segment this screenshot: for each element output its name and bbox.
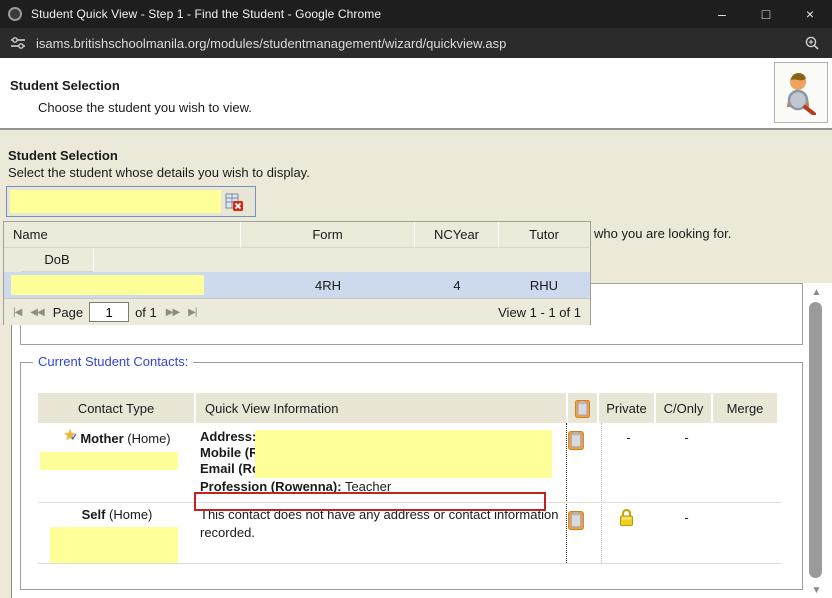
scrollbar-up-icon[interactable]: ▲ (809, 287, 824, 299)
qv-mobile-label: Mobile (R (200, 445, 259, 461)
close-button[interactable]: × (788, 0, 832, 28)
primary-contact-star-icon: ★ ✓ (63, 430, 80, 445)
browser-window: Student Quick View - Step 1 - Find the S… (0, 0, 832, 598)
pager-prev-icon[interactable]: ◀◀ (30, 307, 43, 318)
private-lock-icon (618, 508, 635, 530)
window-titlebar: Student Quick View - Step 1 - Find the S… (0, 0, 832, 28)
url-text[interactable]: isams.britishschoolmanila.org/modules/st… (36, 36, 792, 51)
col-name[interactable]: Name (4, 222, 241, 248)
clipboard-icon (575, 399, 590, 418)
scrollbar-down-icon[interactable]: ▼ (809, 585, 824, 597)
contact-type-self: Self (Home) (38, 507, 196, 522)
pager-page-input[interactable] (89, 302, 129, 322)
col-ncyear[interactable]: NCYear (415, 222, 499, 248)
selection-title: Student Selection (8, 148, 118, 163)
page-favicon (8, 7, 22, 21)
address-bar: isams.britishschoolmanila.org/modules/st… (0, 28, 832, 58)
conly-value-self: - (658, 510, 715, 525)
background-hint-text: who you are looking for. (594, 226, 731, 241)
col-merge[interactable]: Merge (713, 393, 777, 423)
quick-view-redaction (255, 430, 552, 478)
result-tutor-cell: RHU (499, 278, 589, 293)
popup-header-row: Name Form NCYear Tutor (4, 222, 590, 248)
contacts-legend: Current Student Contacts: (33, 354, 193, 369)
wizard-icon-box (774, 62, 828, 123)
search-input-redaction[interactable] (10, 190, 221, 213)
window-title: Student Quick View - Step 1 - Find the S… (31, 7, 700, 21)
result-name-redaction (11, 275, 204, 295)
contacts-table-header: Contact Type Quick View Information Priv… (38, 393, 781, 423)
maximize-button[interactable]: □ (744, 0, 788, 28)
contact-name-redaction (40, 452, 178, 470)
pager-next-icon[interactable]: ▶▶ (166, 307, 179, 318)
student-search-field[interactable] (6, 186, 256, 217)
contact-type-mother: ★ ✓ Mother (Home) (38, 430, 196, 446)
col-clipboard[interactable] (568, 393, 599, 423)
wizard-subtitle: Choose the student you wish to view. (38, 100, 252, 115)
no-contact-info-message: This contact does not have any address o… (200, 506, 572, 542)
red-highlight-box (194, 492, 546, 511)
pager-first-icon[interactable]: |◀ (13, 307, 21, 318)
student-search-icon (781, 67, 821, 118)
private-value-mother: - (600, 430, 657, 445)
qv-email-label: Email (Ro (200, 461, 260, 477)
col-conly[interactable]: C/Only (656, 393, 713, 423)
row-divider (38, 563, 781, 564)
col-contact-type[interactable]: Contact Type (38, 393, 196, 423)
pager-of-label: of 1 (135, 305, 157, 320)
contact-name-redaction (50, 527, 178, 563)
wizard-header: Student Selection Choose the student you… (0, 58, 832, 130)
popup-pager: |◀ ◀◀ Page of 1 ▶▶ ▶| View 1 - 1 of 1 (4, 298, 590, 325)
copy-contact-icon[interactable] (568, 510, 584, 533)
clear-selection-icon[interactable] (221, 190, 247, 214)
column-divider-dotted (566, 423, 567, 563)
qv-address-label: Address: (200, 429, 256, 445)
minimize-button[interactable]: – (700, 0, 744, 28)
scrollbar-thumb[interactable] (809, 302, 822, 578)
student-results-popup: Name Form NCYear Tutor DoB 4RH 4 RHU |◀ … (3, 221, 591, 325)
wizard-title: Student Selection (10, 78, 120, 93)
pager-last-icon[interactable]: ▶| (188, 307, 196, 318)
student-result-row[interactable]: 4RH 4 RHU (4, 272, 590, 298)
col-private[interactable]: Private (599, 393, 656, 423)
selection-subtitle: Select the student whose details you wis… (8, 165, 310, 180)
col-form[interactable]: Form (241, 222, 415, 248)
zoom-in-icon[interactable] (804, 35, 820, 51)
copy-contact-icon[interactable] (568, 430, 584, 453)
pager-page-label: Page (53, 305, 83, 320)
conly-value-mother: - (658, 430, 715, 445)
site-settings-icon[interactable] (10, 35, 26, 51)
col-quick-view-information[interactable]: Quick View Information (196, 393, 568, 423)
result-name-cell (4, 272, 241, 298)
result-ncyear-cell: 4 (415, 278, 499, 293)
col-dob[interactable]: DoB (21, 248, 94, 272)
col-tutor[interactable]: Tutor (499, 222, 589, 248)
result-form-cell: 4RH (241, 278, 415, 293)
pager-view-count: View 1 - 1 of 1 (498, 305, 581, 320)
